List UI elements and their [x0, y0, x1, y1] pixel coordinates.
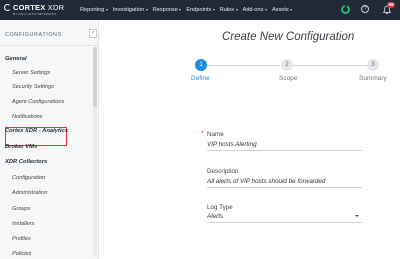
- logo-text: CORTEX XDR: [13, 3, 65, 12]
- chevron-down-icon: [290, 9, 293, 11]
- sidebar-item-agent-configurations[interactable]: Agent Configurations: [12, 99, 64, 105]
- nav-investigation[interactable]: Investigation: [113, 7, 148, 13]
- sidebar-item-policies[interactable]: Policies: [12, 251, 31, 257]
- sidebar-item-server-settings[interactable]: Server Settings: [12, 70, 50, 76]
- cortex-xdr-logo[interactable]: CORTEX XDR BY PALO ALTO NETWORKS: [4, 3, 82, 18]
- chevron-down-icon: [235, 9, 238, 11]
- sidebar-item-notifications[interactable]: Notifications: [12, 114, 42, 120]
- description-field[interactable]: All alerts of VIP hosts should be forwar…: [207, 178, 325, 185]
- name-field-label: Name: [207, 131, 224, 138]
- chevron-down-icon[interactable]: [355, 215, 359, 217]
- sidebar-item-security-settings[interactable]: Security Settings: [12, 84, 54, 90]
- chevron-down-icon: [145, 9, 148, 11]
- help-icon[interactable]: ?: [361, 5, 369, 13]
- sidebar-scrollbar[interactable]: [93, 47, 97, 257]
- step-3-label: Summary: [359, 75, 387, 82]
- divider: [0, 45, 98, 46]
- configurations-sidebar: CONFIGURATIONS ‹ General Server Settings…: [0, 20, 99, 259]
- page-title: Create New Configuration: [222, 31, 355, 43]
- description-field-underline: [207, 187, 362, 188]
- sidebar-item-profiles[interactable]: Profiles: [12, 236, 31, 242]
- power-status-icon[interactable]: [341, 4, 350, 14]
- scrollbar-thumb[interactable]: [93, 47, 97, 107]
- step-2-circle[interactable]: 2: [281, 59, 293, 71]
- chevron-down-icon: [212, 9, 215, 11]
- log-type-select[interactable]: Alerts: [207, 213, 223, 220]
- chevron-down-icon: [264, 9, 267, 11]
- step-1-circle[interactable]: 1: [195, 59, 207, 71]
- required-marker: *: [201, 130, 204, 137]
- nav-assets[interactable]: Assets: [272, 7, 293, 13]
- sidebar-title: CONFIGURATIONS: [5, 32, 62, 38]
- step-3-circle[interactable]: 3: [367, 59, 379, 71]
- notification-count-badge: 99: [387, 2, 395, 8]
- log-type-field-label: Log Type: [207, 204, 233, 211]
- nav-rules[interactable]: Rules: [220, 7, 238, 13]
- nav-add-ons[interactable]: Add-ons: [243, 7, 267, 13]
- sidebar-item-configuration[interactable]: Configuration: [12, 175, 45, 181]
- chevron-down-icon: [179, 9, 182, 11]
- nav-endpoints[interactable]: Endpoints: [186, 7, 215, 13]
- description-field-label: Description: [207, 168, 239, 175]
- sidebar-group-general[interactable]: General: [5, 56, 27, 62]
- sidebar-group-cortex-xdr-analytics[interactable]: Cortex XDR - Analytics: [5, 128, 68, 134]
- chevron-down-icon: [105, 9, 108, 11]
- sidebar-group-xdr-collectors[interactable]: XDR Collectors: [5, 159, 47, 165]
- name-field-underline: [207, 150, 362, 151]
- log-type-select-underline: [207, 222, 362, 223]
- stepper-connector: [293, 65, 367, 66]
- stepper-connector: [207, 65, 280, 66]
- sidebar-item-installers[interactable]: Installers: [12, 221, 34, 227]
- nav-response[interactable]: Response: [153, 7, 182, 13]
- step-2-label: Scope: [279, 75, 298, 82]
- sidebar-item-administration[interactable]: Administration: [12, 190, 47, 196]
- cortex-logo-icon: [4, 4, 11, 11]
- collapse-sidebar-button[interactable]: ‹: [89, 29, 97, 38]
- sidebar-item-groups[interactable]: Groups: [12, 206, 30, 212]
- main-menu: Reporting Investigation Response Endpoin…: [80, 0, 293, 20]
- nav-reporting[interactable]: Reporting: [80, 7, 108, 13]
- name-field[interactable]: VIP hosts Alerting: [207, 141, 257, 148]
- top-navigation-bar: CORTEX XDR BY PALO ALTO NETWORKS Reporti…: [0, 0, 400, 20]
- sidebar-group-broker-vms[interactable]: Broker VMs: [5, 144, 37, 150]
- step-1-label: Define: [191, 75, 210, 82]
- logo-tagline: BY PALO ALTO NETWORKS: [13, 12, 57, 16]
